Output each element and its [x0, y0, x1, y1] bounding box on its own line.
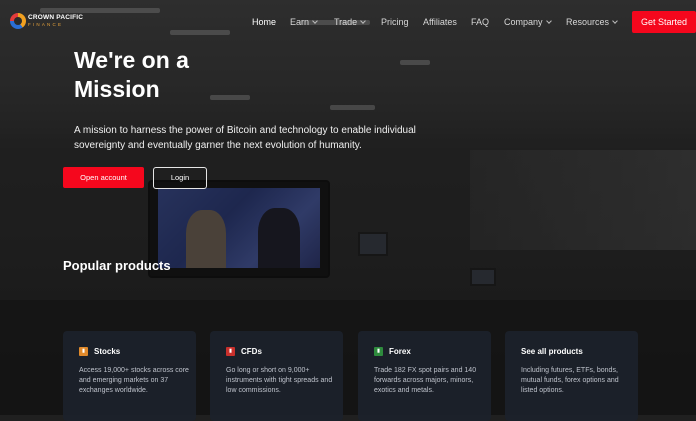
card-title: See all products: [521, 347, 583, 356]
card-description: Trade 182 FX spot pairs and 140 forwards…: [374, 367, 477, 394]
card-header: See all products: [521, 347, 583, 356]
hero-title: We're on a Mission: [74, 47, 189, 102]
chevron-down-icon: [545, 18, 552, 24]
card-title: Forex: [389, 347, 411, 356]
popular-products-heading: Popular products: [63, 258, 171, 273]
login-button[interactable]: Login: [153, 167, 207, 189]
card-title: CFDs: [241, 347, 262, 356]
card-title: Stocks: [94, 347, 121, 356]
nav-item-trade[interactable]: Trade: [334, 13, 367, 31]
nav-item-label: Affiliates: [423, 17, 457, 27]
cfd-icon: ▮: [226, 347, 235, 356]
nav-item-home[interactable]: Home: [252, 13, 276, 31]
nav-menu: Home Earn Trade Pricing Affiliates FAQ C…: [0, 13, 632, 31]
nav-item-faq[interactable]: FAQ: [471, 13, 489, 31]
chevron-down-icon: [312, 18, 318, 24]
top-navbar: CROWN PACIFIC FINANCE Home Earn Trade Pr…: [0, 0, 696, 44]
nav-item-label: Pricing: [381, 17, 409, 27]
nav-item-label: FAQ: [471, 17, 490, 27]
open-account-button[interactable]: Open account: [63, 167, 144, 188]
card-header: ▮ Stocks: [79, 347, 120, 356]
stocks-icon: ▮: [79, 347, 88, 356]
card-header: ▮ Forex: [374, 347, 411, 356]
forex-icon: ▮: [374, 347, 383, 356]
get-started-button[interactable]: Get Started: [632, 11, 696, 33]
hero-description: A mission to harness the power of Bitcoi…: [74, 125, 416, 151]
nav-item-affiliates[interactable]: Affiliates: [423, 13, 457, 31]
nav-item-label: Home: [252, 17, 277, 27]
card-header: ▮ CFDs: [226, 347, 262, 356]
product-card-stocks[interactable]: ▮ Stocks Access 19,000+ stocks across co…: [63, 331, 196, 421]
card-description: Including futures, ETFs, bonds, mutual f…: [521, 367, 619, 394]
nav-item-label: Resources: [566, 17, 610, 27]
chevron-down-icon: [612, 18, 618, 24]
nav-item-pricing[interactable]: Pricing: [381, 13, 409, 31]
nav-item-earn[interactable]: Earn: [290, 13, 318, 31]
product-card-see-all[interactable]: See all products Including futures, ETFs…: [505, 331, 638, 421]
nav-item-label: Earn: [290, 17, 310, 27]
card-description: Go long or short on 9,000+ instruments w…: [226, 367, 333, 394]
nav-item-company[interactable]: Company: [504, 13, 552, 31]
card-description: Access 19,000+ stocks across core and em…: [79, 367, 189, 394]
nav-item-resources[interactable]: Resources: [566, 13, 618, 31]
chevron-down-icon: [360, 18, 367, 24]
nav-item-label: Trade: [334, 17, 358, 27]
product-card-forex[interactable]: ▮ Forex Trade 182 FX spot pairs and 140 …: [358, 331, 491, 421]
product-card-cfds[interactable]: ▮ CFDs Go long or short on 9,000+ instru…: [210, 331, 343, 421]
nav-item-label: Company: [504, 17, 543, 27]
